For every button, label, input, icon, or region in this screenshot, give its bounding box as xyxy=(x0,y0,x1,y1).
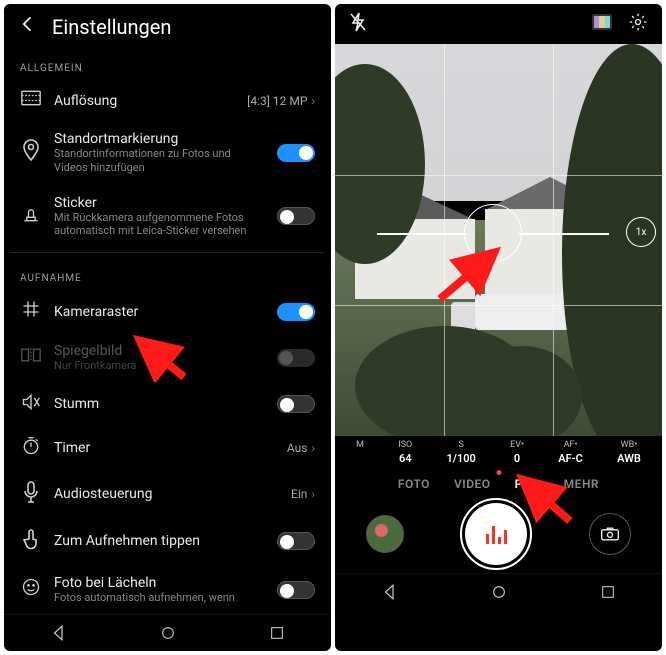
param-af: AF•AF-C xyxy=(558,440,583,465)
zoom-badge[interactable]: 1x xyxy=(626,217,656,247)
scene-van xyxy=(475,294,575,330)
mute-title: Stumm xyxy=(54,396,265,412)
param-wb: WB•AWB xyxy=(617,440,641,465)
resolution-icon xyxy=(20,90,42,111)
sticker-toggle[interactable] xyxy=(277,207,315,225)
resolution-title: Auflösung xyxy=(54,93,235,109)
row-tap[interactable]: Zum Aufnehmen tippen xyxy=(10,518,325,565)
param-ev: EV•0 xyxy=(510,440,524,465)
shutter-button[interactable] xyxy=(465,503,527,565)
grid-title: Kameraraster xyxy=(54,304,265,320)
row-audio[interactable]: Audiosteuerung Ein› xyxy=(10,471,325,518)
tap-title: Zum Aufnehmen tippen xyxy=(54,533,265,549)
timer-icon xyxy=(20,436,42,461)
section-general-label: ALLGEMEIN xyxy=(10,47,325,80)
flash-icon[interactable] xyxy=(349,12,367,36)
camera-screen: 1x M ISO64 S1/100 EV•0 AF•AF-C WB•AWB FO… xyxy=(335,4,662,651)
grid-toggle[interactable] xyxy=(277,303,315,321)
geotag-title: Standortmarkierung xyxy=(54,131,265,147)
histogram-icon xyxy=(486,524,507,544)
nav-recent-icon[interactable] xyxy=(269,625,285,641)
smile-icon xyxy=(20,577,42,602)
mode-video[interactable]: VIDEO xyxy=(454,477,491,491)
audio-value: Ein› xyxy=(291,487,315,501)
grid-line xyxy=(553,44,554,436)
touch-icon xyxy=(20,528,42,555)
nav-home-icon[interactable] xyxy=(160,625,176,641)
row-mute[interactable]: Stumm xyxy=(10,383,325,426)
shutter-row xyxy=(335,493,662,573)
mode-indicator-dot xyxy=(496,470,501,475)
grid-icon xyxy=(20,300,42,323)
settings-gear-icon[interactable] xyxy=(628,12,648,36)
geotag-toggle[interactable] xyxy=(277,144,315,162)
gallery-thumbnail[interactable] xyxy=(366,515,404,553)
timer-title: Timer xyxy=(54,440,275,456)
param-iso: ISO64 xyxy=(398,440,412,465)
mic-icon xyxy=(20,481,42,508)
mode-strip[interactable]: FOTO VIDEO PRO MEHR xyxy=(335,473,662,493)
grid-line xyxy=(335,305,662,306)
mirror-title: Spiegelbild xyxy=(54,343,265,359)
geotag-sub: Standortinformationen zu Fotos und Video… xyxy=(54,147,265,175)
row-geotag[interactable]: Standortmarkierung Standortinformationen… xyxy=(10,121,325,185)
resolution-value: [4:3] 12 MP› xyxy=(247,94,315,108)
mode-foto[interactable]: FOTO xyxy=(398,477,430,491)
param-shutter: S1/100 xyxy=(447,440,476,465)
nav-back-icon[interactable] xyxy=(381,583,399,601)
row-timer[interactable]: Timer Aus› xyxy=(10,426,325,471)
nav-back-icon[interactable] xyxy=(50,624,68,642)
settings-header: Einstellungen xyxy=(4,4,331,47)
pro-params[interactable]: M ISO64 S1/100 EV•0 AF•AF-C WB•AWB xyxy=(335,436,662,473)
settings-screen: Einstellungen ALLGEMEIN Auflösung [4:3] … xyxy=(4,4,331,651)
param-m: M xyxy=(356,440,364,465)
nav-bar xyxy=(335,573,662,610)
row-mirror: Spiegelbild Nur Frontkamera xyxy=(10,333,325,383)
back-icon[interactable] xyxy=(18,14,38,39)
row-resolution[interactable]: Auflösung [4:3] 12 MP› xyxy=(10,80,325,121)
nav-home-icon[interactable] xyxy=(491,584,507,600)
smile-title: Foto bei Lächeln xyxy=(54,575,265,591)
mute-icon xyxy=(20,393,42,416)
viewfinder[interactable]: 1x xyxy=(335,44,662,436)
timer-value: Aus› xyxy=(287,441,315,455)
filter-icon[interactable] xyxy=(592,14,612,34)
settings-title: Einstellungen xyxy=(52,15,171,39)
tap-toggle[interactable] xyxy=(277,532,315,550)
scene-foliage xyxy=(462,346,582,436)
mirror-icon xyxy=(20,347,42,368)
smile-toggle[interactable] xyxy=(277,581,315,599)
camera-top-bar xyxy=(335,4,662,44)
nav-recent-icon[interactable] xyxy=(600,584,616,600)
location-icon xyxy=(20,139,42,166)
divider xyxy=(10,252,325,253)
grid-line xyxy=(444,44,445,436)
section-capture-label: AUFNAHME xyxy=(10,257,325,290)
row-sticker[interactable]: Sticker Mit Rückkamera aufgenommene Foto… xyxy=(10,185,325,249)
stamp-icon xyxy=(20,204,42,229)
mode-pro[interactable]: PRO xyxy=(515,477,540,491)
mute-toggle[interactable] xyxy=(277,395,315,413)
mirror-sub: Nur Frontkamera xyxy=(54,359,265,373)
settings-body: ALLGEMEIN Auflösung [4:3] 12 MP› Standor… xyxy=(4,47,331,614)
audio-title: Audiosteuerung xyxy=(54,486,279,502)
switch-camera-button[interactable] xyxy=(589,513,631,555)
nav-bar xyxy=(4,614,331,651)
row-smile[interactable]: Foto bei Lächeln Fotos automatisch aufne… xyxy=(10,565,325,614)
smile-sub: Fotos automatisch aufnehmen, wenn xyxy=(54,591,265,605)
horizon-indicator xyxy=(464,204,522,262)
sticker-sub: Mit Rückkamera aufgenommene Fotos automa… xyxy=(54,211,265,239)
mode-mehr[interactable]: MEHR xyxy=(564,477,599,491)
row-grid[interactable]: Kameraraster xyxy=(10,290,325,333)
grid-line xyxy=(335,175,662,176)
sticker-title: Sticker xyxy=(54,195,265,211)
mirror-toggle xyxy=(277,349,315,367)
